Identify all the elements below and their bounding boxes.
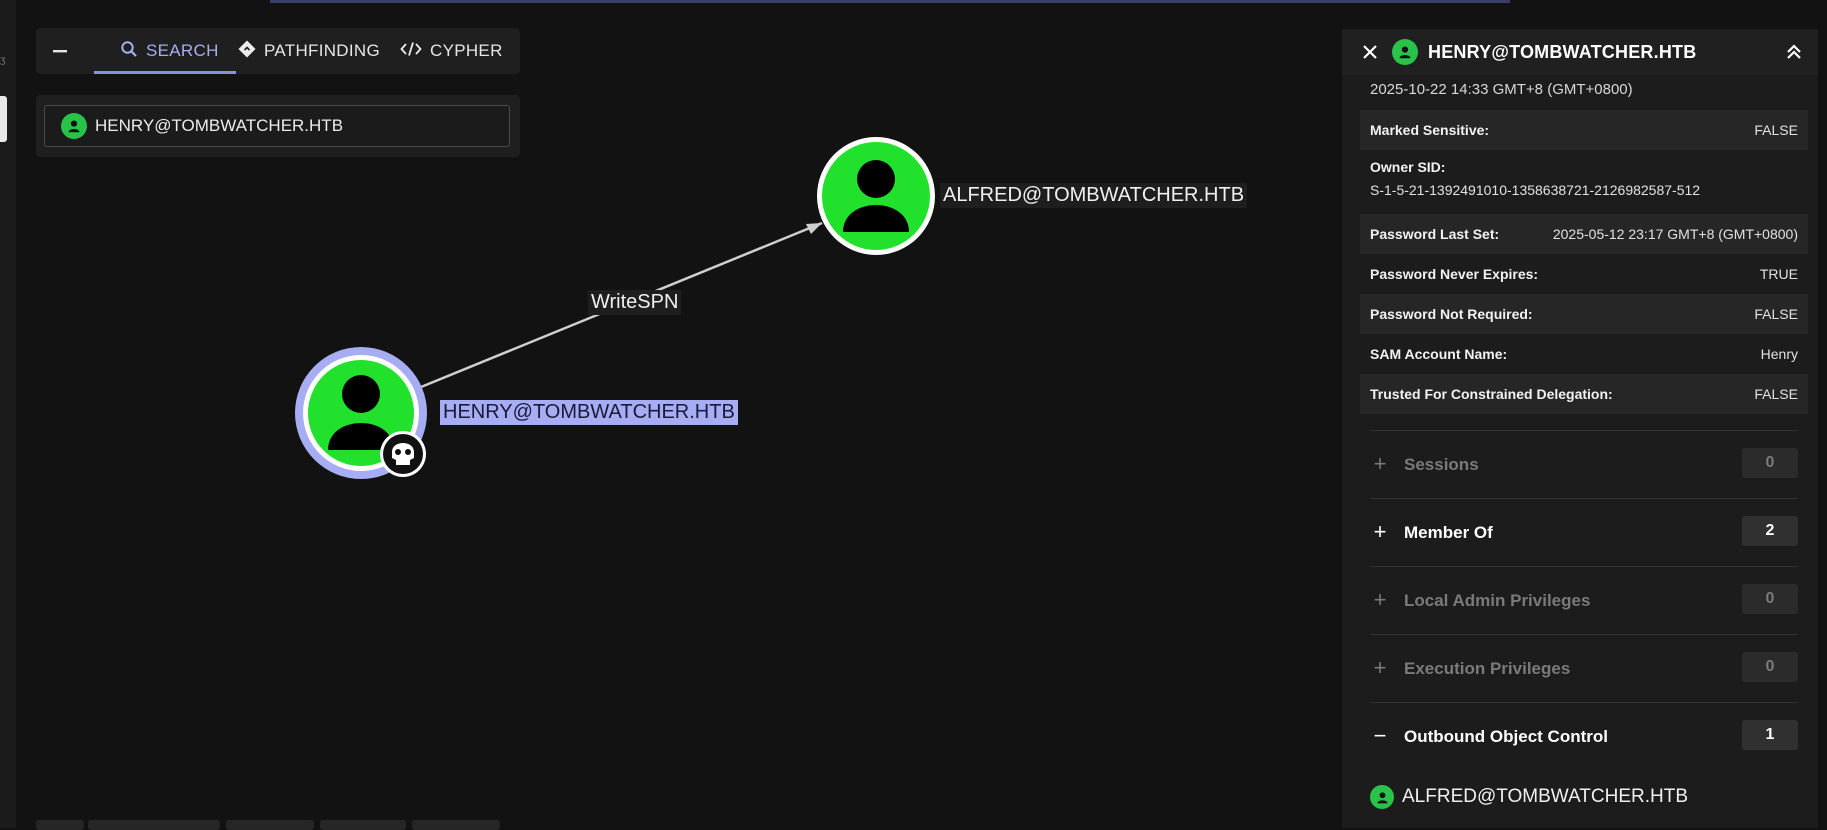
property-value-partial: 2025-10-22 14:33 GMT+8 (GMT+0800)	[1370, 81, 1633, 98]
entity-info-panel: HENRY@TOMBWATCHER.HTB 2025-10-22 14:33 G…	[1342, 29, 1818, 828]
prop-key: Owner SID:	[1370, 159, 1446, 175]
prop-key: Trusted For Constrained Delegation:	[1370, 386, 1613, 402]
prop-key: Password Last Set:	[1370, 226, 1500, 242]
prop-password-not-required: Password Not Required: FALSE	[1360, 294, 1808, 334]
double-chevron-up-icon[interactable]	[1782, 40, 1806, 64]
expand-icon: +	[1373, 451, 1387, 476]
section-label: Execution Privileges	[1404, 659, 1571, 678]
expand-icon: +	[1373, 655, 1387, 680]
section-execution-privileges[interactable]: + Execution Privileges 0	[1370, 634, 1798, 702]
rail-active-marker[interactable]	[0, 96, 7, 142]
section-label: Sessions	[1404, 455, 1479, 474]
expand-icon: +	[1373, 587, 1387, 612]
prop-password-last-set: Password Last Set: 2025-05-12 23:17 GMT+…	[1360, 214, 1808, 254]
outbound-item-alfred[interactable]: ALFRED@TOMBWATCHER.HTB	[1370, 785, 1688, 809]
section-count: 1	[1742, 720, 1798, 750]
outbound-item-label: ALFRED@TOMBWATCHER.HTB	[1402, 786, 1689, 807]
section-count: 0	[1742, 584, 1798, 614]
user-icon	[1392, 39, 1418, 65]
prop-password-never-expires: Password Never Expires: TRUE	[1360, 254, 1808, 294]
skull-icon	[380, 431, 426, 477]
section-member-of[interactable]: + Member Of 2	[1370, 498, 1798, 566]
prop-owner-sid: Owner SID: S-1-5-21-1392491010-135863872…	[1360, 150, 1808, 214]
left-rail: ʒ	[0, 0, 16, 828]
section-count: 0	[1742, 448, 1798, 478]
section-label: Outbound Object Control	[1404, 727, 1608, 746]
prop-value: FALSE	[1754, 122, 1798, 138]
panel-header: HENRY@TOMBWATCHER.HTB	[1342, 29, 1818, 75]
node-label-henry: HENRY@TOMBWATCHER.HTB	[440, 400, 738, 425]
section-count: 0	[1742, 652, 1798, 682]
close-icon[interactable]	[1358, 40, 1382, 64]
prop-value: TRUE	[1759, 266, 1798, 282]
graph-canvas[interactable]: ALFRED@TOMBWATCHER.HTB HENRY@TOMBWATCHER…	[16, 0, 1336, 828]
prop-value: 2025-05-12 23:17 GMT+8 (GMT+0800)	[1552, 226, 1798, 242]
section-count: 2	[1742, 516, 1798, 546]
edge-label: WriteSPN	[588, 290, 682, 315]
section-local-admin-privileges[interactable]: + Local Admin Privileges 0	[1370, 566, 1798, 634]
collapse-icon: −	[1373, 723, 1387, 748]
expand-icon: +	[1373, 519, 1387, 544]
prop-key: Marked Sensitive:	[1370, 122, 1490, 138]
section-label: Local Admin Privileges	[1404, 591, 1591, 610]
prop-sam-account-name: SAM Account Name: Henry	[1360, 334, 1808, 374]
section-sessions[interactable]: + Sessions 0	[1370, 430, 1798, 498]
prop-key: SAM Account Name:	[1370, 346, 1508, 362]
section-outbound-object-control[interactable]: − Outbound Object Control 1	[1370, 702, 1798, 770]
section-label: Member Of	[1404, 523, 1493, 542]
node-alfred[interactable]	[817, 137, 935, 255]
prop-marked-sensitive: Marked Sensitive: FALSE	[1360, 110, 1808, 150]
prop-key: Password Not Required:	[1370, 306, 1533, 322]
rail-glyph: ʒ	[0, 55, 6, 66]
prop-value: FALSE	[1754, 306, 1798, 322]
prop-key: Password Never Expires:	[1370, 266, 1539, 282]
panel-title: HENRY@TOMBWATCHER.HTB	[1428, 42, 1697, 62]
prop-value: Henry	[1760, 346, 1798, 362]
prop-value: FALSE	[1754, 386, 1798, 402]
user-icon	[1370, 785, 1394, 809]
node-label-alfred: ALFRED@TOMBWATCHER.HTB	[940, 183, 1248, 208]
prop-trusted-constrained-delegation: Trusted For Constrained Delegation: FALS…	[1360, 374, 1808, 414]
prop-value: S-1-5-21-1392491010-1358638721-212698258…	[1370, 182, 1701, 198]
